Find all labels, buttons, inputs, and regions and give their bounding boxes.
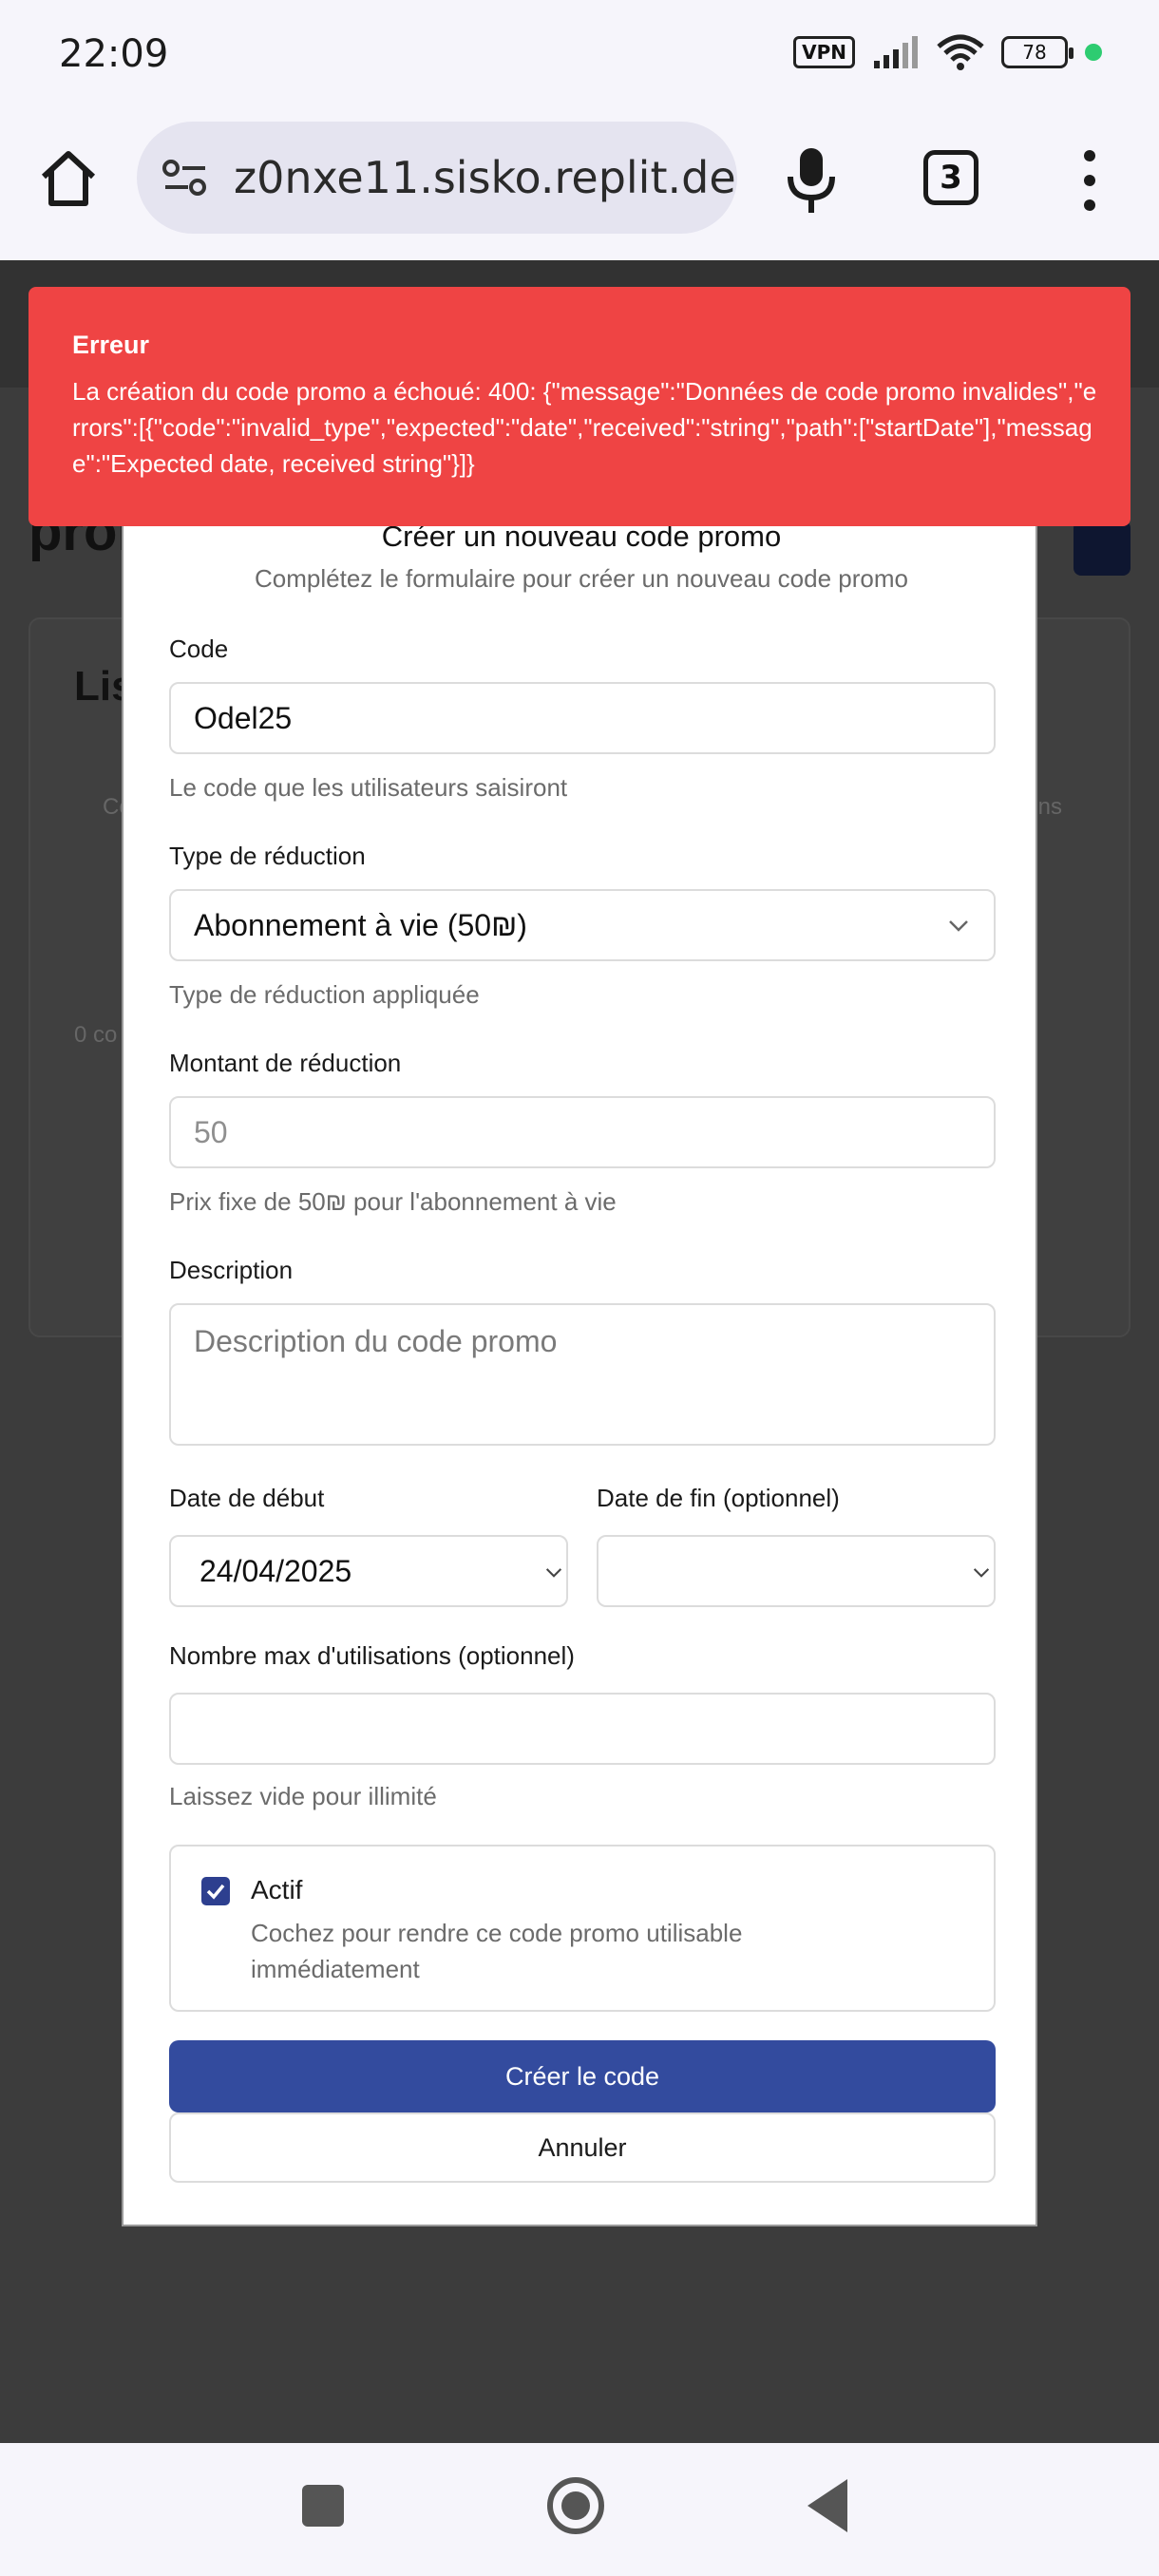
tabs-icon[interactable]: 3 — [923, 150, 978, 205]
error-toast: Erreur La création du code promo a échou… — [28, 287, 1130, 526]
site-settings-icon[interactable] — [162, 159, 209, 197]
max-uses-hint: Laissez vide pour illimité — [169, 1782, 437, 1810]
discount-type-select[interactable]: Abonnement à vie (50₪) — [169, 889, 996, 961]
start-date-label: Date de début — [169, 1484, 325, 1512]
start-date-select[interactable]: 24/04/2025 — [169, 1535, 568, 1607]
active-toggle-card: Actif Cochez pour rendre ce code promo u… — [169, 1845, 996, 2012]
amount-input: 50 — [169, 1096, 996, 1168]
home-icon[interactable] — [36, 146, 101, 211]
address-bar[interactable]: z0nxe11.sisko.replit.dev — [137, 122, 737, 234]
browser-toolbar: z0nxe11.sisko.replit.dev 3 — [0, 106, 1159, 260]
mic-icon[interactable] — [785, 146, 838, 215]
max-uses-input[interactable] — [169, 1693, 996, 1765]
discount-type-value: Abonnement à vie (50₪) — [194, 907, 527, 942]
status-time: 22:09 — [59, 32, 169, 76]
wifi-icon — [937, 34, 984, 70]
back-icon[interactable] — [808, 2479, 847, 2532]
home-circle-icon[interactable] — [547, 2477, 604, 2534]
code-hint: Le code que les utilisateurs saisiront — [169, 773, 568, 802]
code-input[interactable]: Odel25 — [169, 682, 996, 754]
create-code-button[interactable]: Créer le code — [169, 2040, 996, 2112]
status-bar: 22:09 VPN 78 — [0, 0, 1159, 106]
dialog-subtitle: Complétez le formulaire pour créer un no… — [255, 564, 908, 593]
code-label: Code — [169, 635, 229, 663]
url-text[interactable]: z0nxe11.sisko.replit.dev — [234, 152, 737, 203]
vpn-icon: VPN — [793, 36, 855, 68]
active-dot-icon — [1085, 44, 1102, 61]
max-uses-label: Nombre max d'utilisations (optionnel) — [169, 1641, 575, 1670]
cancel-button[interactable]: Annuler — [169, 2112, 996, 2183]
toast-title: Erreur — [72, 331, 150, 359]
system-nav-bar — [0, 2443, 1159, 2576]
description-label: Description — [169, 1256, 294, 1284]
chevron-down-icon — [545, 1568, 562, 1578]
background-count: 0 co — [74, 1022, 118, 1048]
amount-label: Montant de réduction — [169, 1049, 402, 1077]
create-promo-dialog: Créer un nouveau code promo Complétez le… — [122, 513, 1037, 2226]
end-date-select[interactable] — [597, 1535, 996, 1607]
background-button — [1074, 521, 1130, 576]
toast-message: La création du code promo a échoué: 400:… — [72, 377, 1097, 478]
chevron-down-icon — [949, 920, 968, 932]
active-description: Cochez pour rendre ce code promo utilisa… — [251, 1919, 743, 1983]
start-date-value: 24/04/2025 — [200, 1553, 352, 1588]
chevron-down-icon — [973, 1568, 990, 1578]
active-checkbox[interactable] — [201, 1877, 230, 1905]
check-icon — [206, 1884, 225, 1900]
signal-icon — [874, 36, 918, 68]
battery-icon: 78 — [1001, 36, 1074, 68]
discount-type-hint: Type de réduction appliquée — [169, 980, 480, 1009]
end-date-label: Date de fin (optionnel) — [597, 1484, 840, 1512]
more-vert-icon[interactable] — [1079, 150, 1100, 211]
amount-hint: Prix fixe de 50₪ pour l'abonnement à vie — [169, 1187, 617, 1216]
background-column-header: ns — [1037, 794, 1062, 820]
recents-icon[interactable] — [302, 2485, 344, 2527]
status-icons: VPN 78 — [793, 32, 1102, 72]
discount-type-label: Type de réduction — [169, 842, 366, 870]
active-label: Actif — [251, 1875, 303, 1904]
description-textarea[interactable]: Description du code promo — [169, 1303, 996, 1446]
